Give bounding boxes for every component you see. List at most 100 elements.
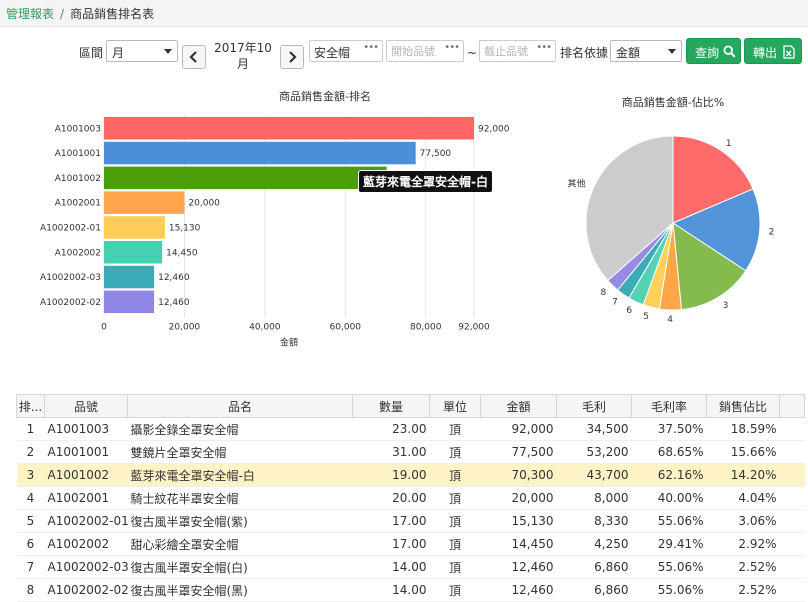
table-cell: 34,500 <box>556 417 632 441</box>
y-tick-label: A1002002-02 <box>40 298 101 308</box>
excel-file-icon <box>783 45 795 59</box>
col-header-margin[interactable]: 毛利率 <box>631 394 707 418</box>
table-cell: 復古風半罩安全帽(白) <box>127 555 353 579</box>
table-cell: 頂 <box>429 555 481 579</box>
table-cell: 7 <box>16 555 45 579</box>
table-cell: 14.20% <box>706 463 780 487</box>
scrollbar-gutter-cell <box>779 486 805 510</box>
bar-value-label: 12,460 <box>158 273 190 283</box>
rank-by-select-value: 金額 <box>616 46 641 60</box>
period-display: 2017年10 月 <box>214 40 272 72</box>
end-item-input[interactable] <box>484 42 544 60</box>
table-cell: 甜心彩繪全罩安全帽 <box>127 532 353 556</box>
category-field[interactable]: 安全帽 ••• <box>309 40 383 62</box>
table-cell: 12,460 <box>480 555 557 579</box>
bar <box>104 141 416 165</box>
y-tick-label: A1002002-03 <box>40 273 101 283</box>
range-tilde: ~ <box>467 46 478 60</box>
breadcrumb: 管理報表 / 商品銷售排名表 <box>6 5 154 22</box>
table-cell: 頂 <box>429 417 481 441</box>
query-button-label: 查詢 <box>695 46 720 60</box>
col-header-amount[interactable]: 金額 <box>480 394 557 418</box>
period-line-2: 月 <box>236 57 249 71</box>
rank-by-select[interactable]: 金額 <box>610 40 682 62</box>
table-row[interactable]: 4 A1002001 騎士紋花半罩安全帽 20.00 頂 20,000 8,000 40.00… <box>16 486 805 510</box>
col-header-gross-profit[interactable]: 毛利 <box>556 394 632 418</box>
table-cell: 頂 <box>429 440 481 464</box>
breadcrumb-link-reports[interactable]: 管理報表 <box>6 7 54 21</box>
chevron-left-icon <box>189 51 197 63</box>
bar <box>104 290 155 314</box>
end-item-field[interactable]: ••• <box>479 40 556 62</box>
pie-slice-label: 4 <box>667 315 673 325</box>
table-cell: 8,330 <box>556 509 632 533</box>
start-item-field[interactable]: ••• <box>386 40 464 62</box>
table-cell: A1001002 <box>44 463 128 487</box>
table-cell: 15.66% <box>706 440 780 464</box>
bar-value-label: 20,000 <box>188 199 220 209</box>
table-cell: 3 <box>16 463 45 487</box>
table-cell: 藍芽來電全罩安全帽-白 <box>127 463 353 487</box>
table-row[interactable]: 7 A1002002-03 復古風半罩安全帽(白) 14.00 頂 12,460 6,860… <box>16 555 805 579</box>
col-header-quantity[interactable]: 數量 <box>352 394 430 418</box>
table-row[interactable]: 3 A1001002 藍芽來電全罩安全帽-白 19.00 頂 70,300 43,700 62… <box>16 463 805 487</box>
x-axis-label: 金額 <box>280 336 298 348</box>
table-cell: 37.50% <box>631 417 707 441</box>
col-header-rank[interactable]: 排... <box>16 394 45 418</box>
next-period-button[interactable] <box>280 45 304 69</box>
table-cell: 1 <box>16 417 45 441</box>
table-cell: 2 <box>16 440 45 464</box>
more-icon[interactable]: ••• <box>444 42 460 53</box>
interval-select-value: 月 <box>112 46 125 60</box>
breadcrumb-separator: / <box>60 7 65 21</box>
table-cell: 3.06% <box>706 509 780 533</box>
table-row[interactable]: 1 A1001003 攝影全錄全罩安全帽 23.00 頂 92,000 34,500 37.5… <box>16 417 805 441</box>
interval-select[interactable]: 月 <box>106 40 178 62</box>
breadcrumb-current: 商品銷售排名表 <box>70 7 155 21</box>
table-cell: 55.06% <box>631 555 707 579</box>
bar-value-label: 77,500 <box>420 149 452 159</box>
x-tick-label: 60,000 <box>330 322 362 332</box>
table-cell: 55.06% <box>631 578 707 602</box>
table-cell: 20.00 <box>352 486 430 510</box>
table-cell: 6,860 <box>556 555 632 579</box>
pie-chart: 商品銷售金額-佔比% 1 2 3 4 5 678 其他 <box>568 95 775 325</box>
query-button[interactable]: 查詢 <box>686 38 741 64</box>
table-cell: A1002002-02 <box>44 578 128 602</box>
table-cell: 19.00 <box>352 463 430 487</box>
table-cell: 復古風半罩安全帽(紫) <box>127 509 353 533</box>
col-header-item-name[interactable]: 品名 <box>127 394 353 418</box>
table-row[interactable]: 2 A1001001 雙鏡片全罩安全帽 31.00 頂 77,500 53,200 68.65… <box>16 440 805 464</box>
breadcrumb-bar: 管理報表 / 商品銷售排名表 <box>0 0 808 27</box>
chevron-right-icon <box>289 51 297 63</box>
scrollbar-gutter-cell <box>779 555 805 579</box>
table-row[interactable]: 6 A1002002 甜心彩繪全罩安全帽 17.00 頂 14,450 4,250 29.41… <box>16 532 805 556</box>
bar <box>104 117 474 140</box>
table-row[interactable]: 8 A1002002-02 復古風半罩安全帽(黑) 14.00 頂 12,460 6,860… <box>16 578 805 602</box>
table-cell: 15,130 <box>480 509 557 533</box>
prev-period-button[interactable] <box>182 45 206 69</box>
bar-value-label: 15,130 <box>169 223 201 233</box>
start-item-input[interactable] <box>391 42 451 60</box>
x-tick-label: 80,000 <box>410 322 442 332</box>
bar-value-label: 14,450 <box>166 248 198 258</box>
category-value: 安全帽 <box>314 46 351 60</box>
x-tick-label: 92,000 <box>458 322 490 332</box>
more-icon[interactable]: ••• <box>536 42 552 53</box>
export-button[interactable]: 轉出 <box>744 38 802 64</box>
sales-rank-table: 排... 品號 品名 數量 單位 金額 毛利 毛利率 銷售佔比 1 A100100… <box>16 394 805 602</box>
table-cell: 8 <box>16 578 45 602</box>
table-cell: A1001001 <box>44 440 128 464</box>
table-row[interactable]: 5 A1002002-01 復古風半罩安全帽(紫) 17.00 頂 15,130 8,330… <box>16 509 805 533</box>
table-cell: 29.41% <box>631 532 707 556</box>
col-header-share[interactable]: 銷售佔比 <box>706 394 780 418</box>
interval-label: 區間 <box>79 46 104 60</box>
scrollbar-gutter-cell <box>779 532 805 556</box>
table-cell: 雙鏡片全罩安全帽 <box>127 440 353 464</box>
more-icon[interactable]: ••• <box>363 42 379 53</box>
bar <box>104 265 155 289</box>
scrollbar-gutter-cell <box>779 440 805 464</box>
col-header-unit[interactable]: 單位 <box>429 394 481 418</box>
table-cell: 4,250 <box>556 532 632 556</box>
col-header-item-no[interactable]: 品號 <box>44 394 128 418</box>
